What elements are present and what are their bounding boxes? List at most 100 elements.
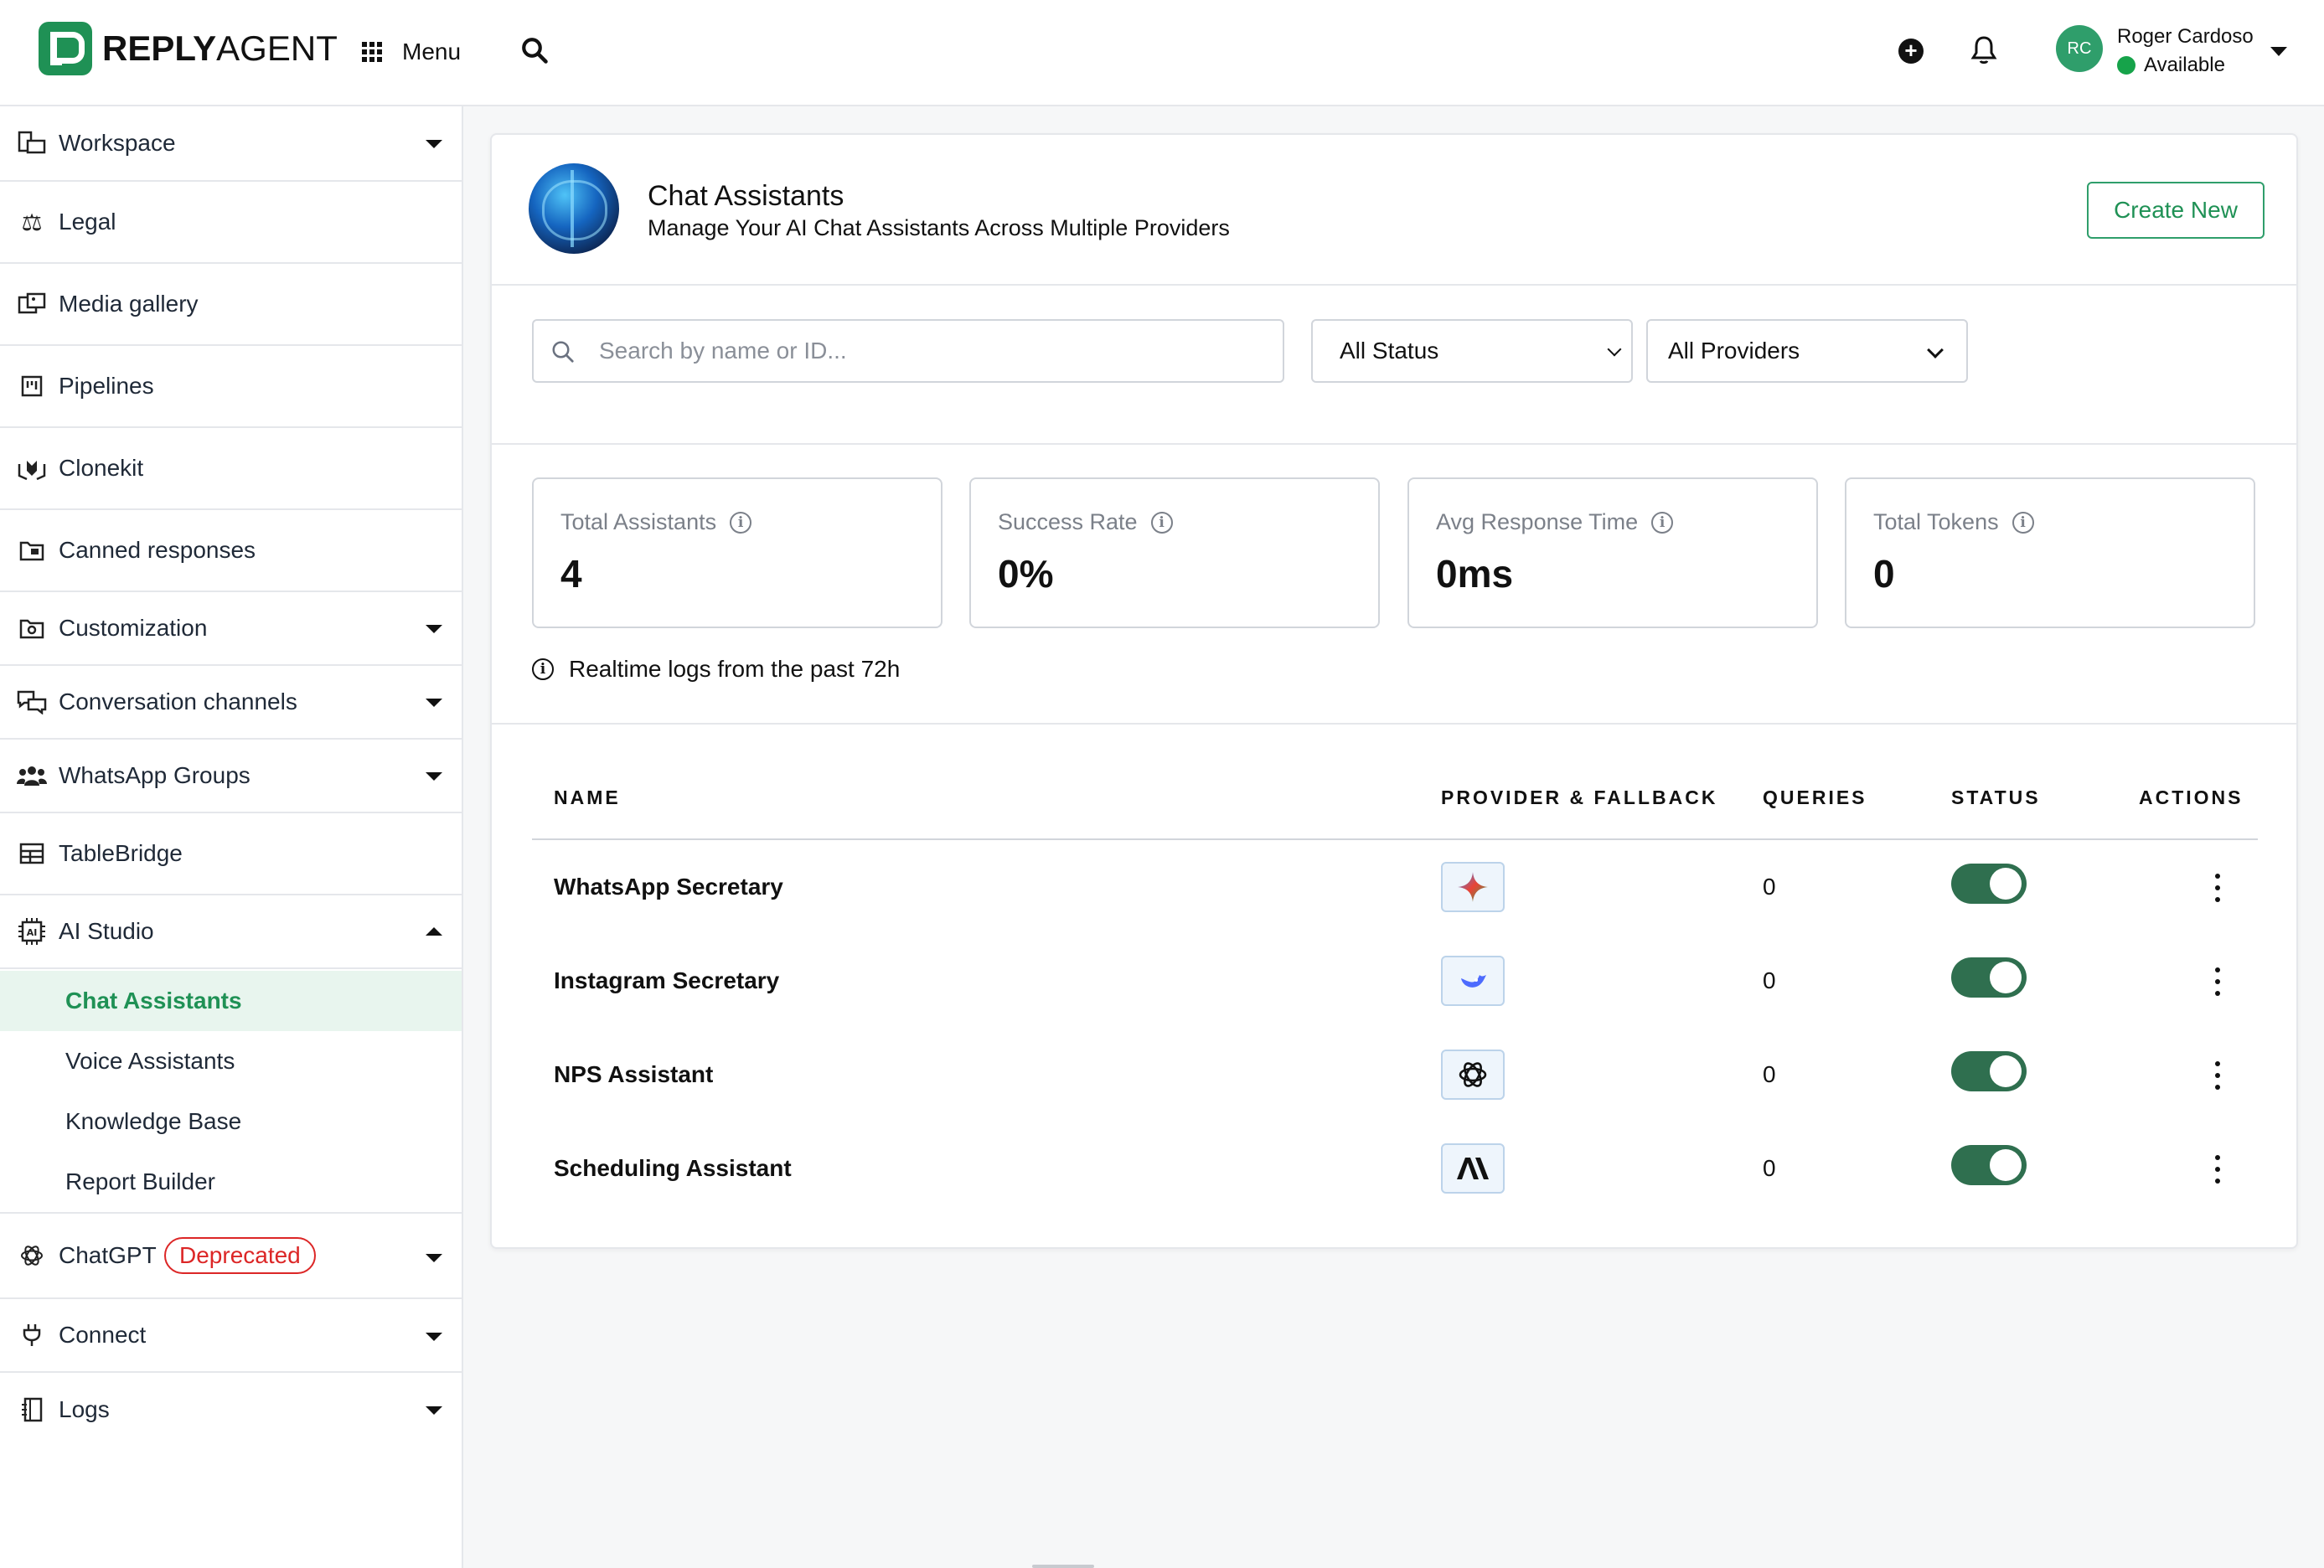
provider-badge[interactable] bbox=[1441, 1050, 1505, 1100]
info-icon[interactable]: i bbox=[1150, 511, 1173, 534]
bell-icon[interactable] bbox=[1969, 34, 1999, 67]
status-toggle[interactable] bbox=[1951, 1051, 2027, 1091]
menu-label: Menu bbox=[402, 39, 462, 64]
assistant-name[interactable]: Instagram Secretary bbox=[554, 967, 779, 994]
stat-card-total-assistants: Total Assistants i 4 bbox=[532, 477, 943, 628]
column-header-name[interactable]: NAME bbox=[554, 787, 621, 809]
grid-icon bbox=[362, 42, 382, 62]
assistant-name[interactable]: Scheduling Assistant bbox=[554, 1155, 792, 1182]
search-input[interactable] bbox=[599, 329, 1269, 373]
page-title: Chat Assistants bbox=[648, 180, 844, 212]
column-header-queries[interactable]: QUERIES bbox=[1763, 787, 1867, 809]
folder-gear-icon bbox=[17, 613, 47, 643]
divider bbox=[492, 723, 2296, 725]
sidebar-subitem-voice-assistants[interactable]: Voice Assistants bbox=[0, 1031, 462, 1091]
divider bbox=[492, 284, 2296, 286]
provider-select[interactable]: All Providers bbox=[1646, 319, 1968, 383]
more-actions-icon[interactable] bbox=[2213, 967, 2222, 996]
stat-card-success-rate: Success Rate i 0% bbox=[969, 477, 1380, 628]
top-bar: REPLYAGENT Menu + RC Roger Cardoso Avail… bbox=[0, 0, 2324, 106]
create-new-button[interactable]: Create New bbox=[2087, 182, 2265, 239]
sidebar-subitem-knowledge-base[interactable]: Knowledge Base bbox=[0, 1091, 462, 1152]
provider-badge[interactable] bbox=[1441, 862, 1505, 912]
search-icon[interactable] bbox=[519, 35, 550, 65]
info-icon[interactable]: i bbox=[2012, 511, 2034, 534]
gemini-icon bbox=[1458, 872, 1488, 902]
sidebar-item-ai-studio[interactable]: AI AI Studio bbox=[0, 895, 462, 969]
ai-chip-icon: AI bbox=[17, 916, 47, 946]
sidebar-item-canned-responses[interactable]: Canned responses bbox=[0, 510, 462, 592]
caret-down-icon bbox=[426, 1333, 442, 1341]
avatar[interactable]: RC bbox=[2056, 25, 2103, 72]
stat-card-avg-response-time: Avg Response Time i 0ms bbox=[1407, 477, 1818, 628]
info-icon[interactable]: i bbox=[1651, 511, 1674, 534]
sidebar-subitem-report-builder[interactable]: Report Builder bbox=[0, 1152, 462, 1212]
sidebar: Workspace ⚖ Legal Media gallery Pipeline… bbox=[0, 106, 463, 1568]
user-name[interactable]: Roger Cardoso bbox=[2117, 25, 2254, 49]
plug-icon bbox=[17, 1320, 47, 1350]
caret-down-icon bbox=[426, 1406, 442, 1415]
caret-down-icon bbox=[426, 625, 442, 633]
sidebar-item-customization[interactable]: Customization bbox=[0, 592, 462, 666]
sidebar-item-whatsapp-groups[interactable]: WhatsApp Groups bbox=[0, 740, 462, 813]
status-select-value: All Status bbox=[1340, 338, 1439, 364]
page-subtitle: Manage Your AI Chat Assistants Across Mu… bbox=[648, 215, 1230, 240]
more-actions-icon[interactable] bbox=[2213, 1061, 2222, 1090]
caret-down-icon bbox=[426, 1254, 442, 1262]
assistant-name[interactable]: NPS Assistant bbox=[554, 1061, 713, 1088]
assistant-name[interactable]: WhatsApp Secretary bbox=[554, 874, 783, 900]
sidebar-item-logs[interactable]: Logs bbox=[0, 1373, 462, 1447]
table-header-divider bbox=[532, 838, 2258, 840]
scale-icon: ⚖ bbox=[21, 209, 43, 235]
status-select[interactable]: All Status bbox=[1311, 319, 1633, 383]
status-toggle[interactable] bbox=[1951, 957, 2027, 998]
column-header-status: STATUS bbox=[1951, 787, 2041, 808]
logo-text: REPLYAGENT bbox=[102, 28, 338, 68]
queries-count: 0 bbox=[1763, 1061, 1776, 1087]
sidebar-item-clonekit[interactable]: Clonekit bbox=[0, 428, 462, 510]
sidebar-item-conversation-channels[interactable]: Conversation channels bbox=[0, 666, 462, 740]
users-group-icon bbox=[17, 761, 47, 791]
status-toggle[interactable] bbox=[1951, 864, 2027, 904]
stat-value: 0 bbox=[1873, 552, 1895, 596]
provider-badge[interactable] bbox=[1441, 956, 1505, 1006]
sidebar-item-legal[interactable]: ⚖ Legal bbox=[0, 182, 462, 264]
add-circle-icon[interactable]: + bbox=[1898, 39, 1924, 64]
column-header-provider: PROVIDER & FALLBACK bbox=[1441, 787, 1718, 808]
table-icon bbox=[17, 838, 47, 869]
caret-up-icon bbox=[426, 927, 442, 936]
deprecated-badge: Deprecated bbox=[164, 1237, 316, 1274]
sidebar-item-tablebridge[interactable]: TableBridge bbox=[0, 813, 462, 895]
chat-bubbles-icon bbox=[17, 687, 47, 717]
provider-select-value: All Providers bbox=[1668, 338, 1800, 364]
sidebar-item-media-gallery[interactable]: Media gallery bbox=[0, 264, 462, 346]
scroll-handle[interactable] bbox=[1032, 1565, 1094, 1568]
divider bbox=[492, 443, 2296, 445]
caret-down-icon bbox=[426, 699, 442, 707]
replyagent-logo-icon bbox=[39, 22, 92, 75]
sidebar-item-workspace[interactable]: Workspace bbox=[0, 106, 462, 182]
sidebar-item-chatgpt[interactable]: ChatGPT Deprecated bbox=[0, 1212, 462, 1299]
caret-down-icon bbox=[426, 140, 442, 148]
column-header-actions: ACTIONS bbox=[2139, 787, 2244, 808]
folder-message-icon bbox=[17, 535, 47, 565]
hands-icon bbox=[17, 453, 47, 483]
menu-button[interactable]: Menu bbox=[362, 32, 461, 72]
info-icon[interactable]: i bbox=[730, 511, 752, 534]
app-logo[interactable]: REPLYAGENT bbox=[39, 22, 338, 75]
provider-badge[interactable] bbox=[1441, 1143, 1505, 1194]
sidebar-item-connect[interactable]: Connect bbox=[0, 1299, 462, 1373]
queries-count: 0 bbox=[1763, 967, 1776, 993]
svg-text:AI: AI bbox=[27, 927, 38, 938]
more-actions-icon[interactable] bbox=[2213, 874, 2222, 902]
status-toggle[interactable] bbox=[1951, 1145, 2027, 1185]
sidebar-item-pipelines[interactable]: Pipelines bbox=[0, 346, 462, 428]
user-menu-caret-icon[interactable] bbox=[2270, 47, 2287, 56]
more-actions-icon[interactable] bbox=[2213, 1155, 2222, 1184]
search-field[interactable] bbox=[532, 319, 1284, 383]
gallery-icon bbox=[17, 289, 47, 319]
openai-icon bbox=[1459, 1062, 1487, 1087]
sidebar-subitem-chat-assistants[interactable]: Chat Assistants bbox=[0, 971, 462, 1031]
user-status: Available bbox=[2117, 54, 2225, 77]
chevron-down-icon bbox=[1607, 342, 1622, 357]
